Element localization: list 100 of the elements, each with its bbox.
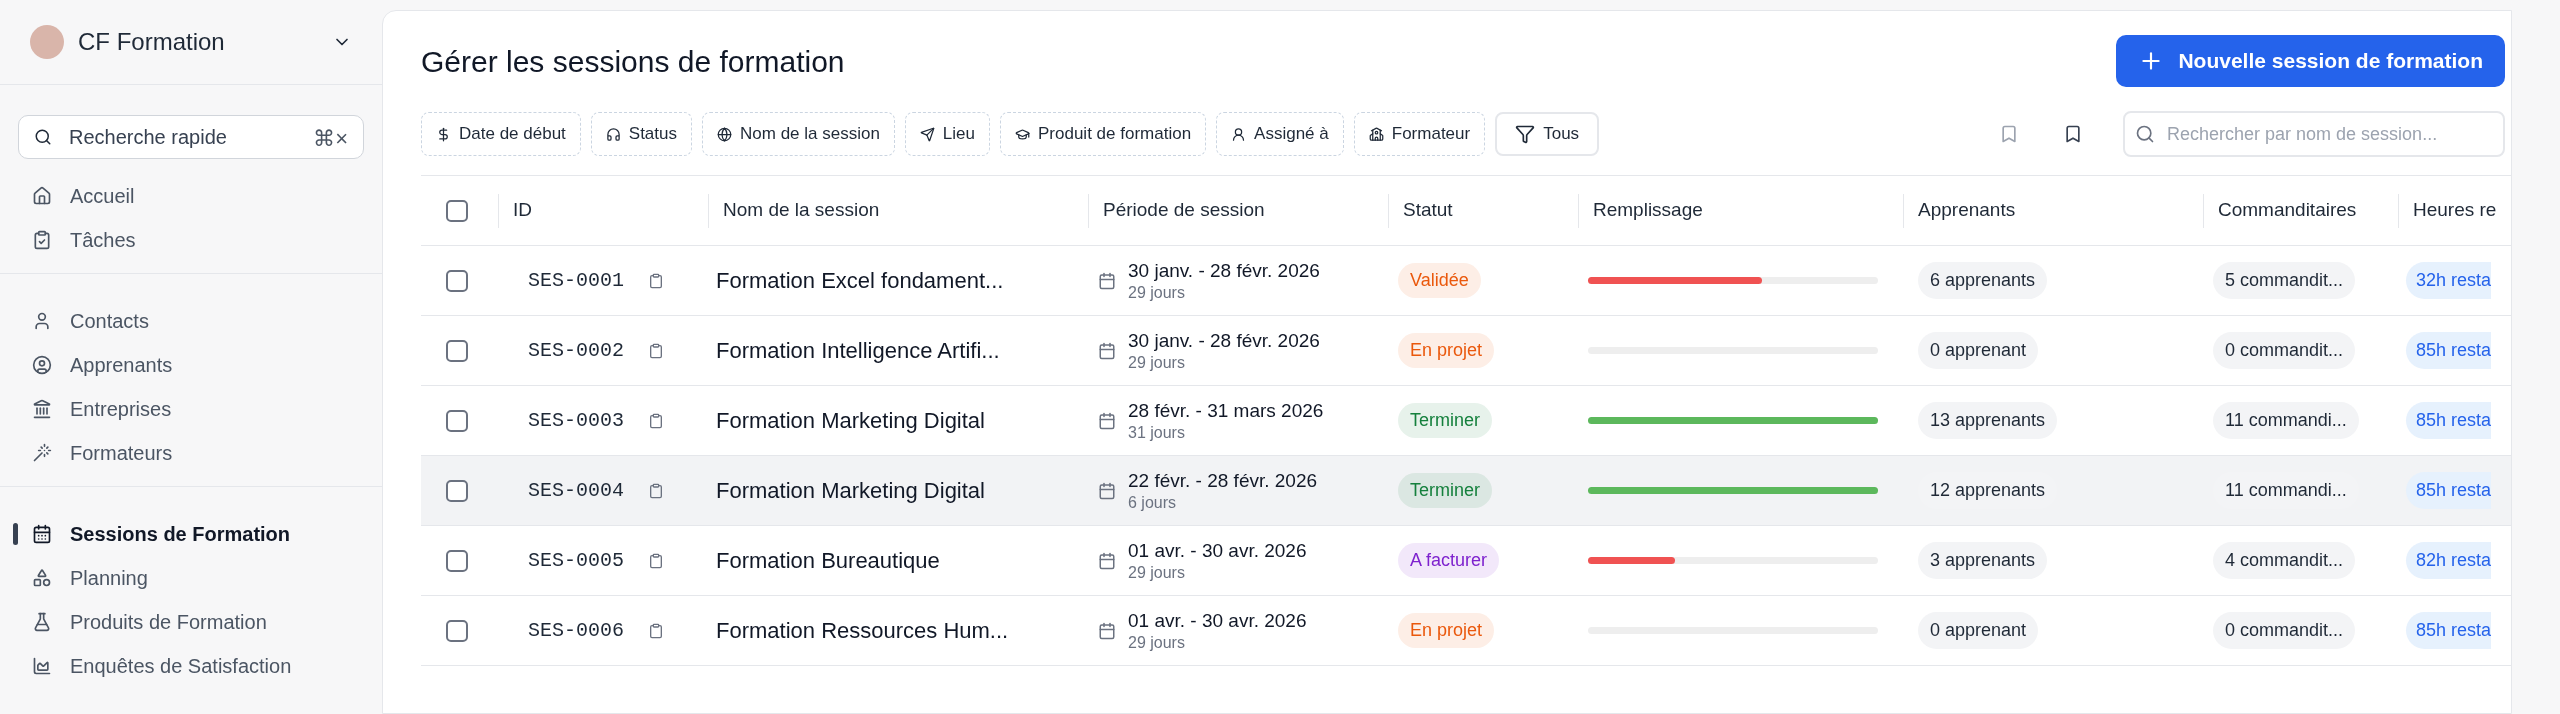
filter-chip[interactable]: Status (590, 112, 692, 156)
calendar-icon (1098, 271, 1116, 290)
calendar-icon (1098, 621, 1116, 640)
calendar-icon (1098, 551, 1116, 570)
sidebar-item[interactable]: Enquêtes de Satisfaction (32, 647, 292, 685)
sponsors-badge: 0 commandit... (2213, 612, 2356, 649)
graduation-cap-icon (1015, 126, 1030, 142)
calendar-icon (1098, 341, 1116, 360)
session-name: Formation Ressources Hum... (715, 617, 1010, 645)
checkbox[interactable] (446, 479, 468, 502)
sponsors-badge: 5 commandit... (2213, 262, 2356, 299)
user-icon (32, 311, 52, 331)
sidebar-item[interactable]: Sessions de Formation (32, 515, 291, 553)
search-icon (34, 128, 52, 146)
column-header[interactable]: Remplissage (1593, 196, 1703, 225)
column-header[interactable]: Heures re (2413, 196, 2497, 225)
bookmark-icon[interactable] (2063, 124, 2083, 144)
column-header[interactable]: ID (513, 196, 532, 225)
session-period: 01 avr. - 30 avr. 2026 (1128, 538, 1307, 563)
hours-badge: 85h resta (2406, 402, 2492, 439)
filter-chip[interactable]: Lieu (904, 112, 990, 156)
learners-badge: 13 apprenants (1918, 402, 2058, 439)
learners-badge: 3 apprenants (1918, 542, 2048, 579)
status-badge: Terminer (1398, 473, 1492, 508)
status-badge: En projet (1398, 333, 1495, 368)
session-id: SES-0005 (528, 547, 624, 574)
page-title: Gérer les sessions de formation (421, 43, 845, 80)
clipboard-icon[interactable] (648, 272, 664, 289)
status-badge: Validée (1398, 263, 1481, 298)
checkbox[interactable] (446, 549, 468, 572)
checkbox[interactable] (446, 339, 468, 362)
send-icon (919, 126, 935, 142)
sidebar-item[interactable]: Produits de Formation (32, 603, 267, 641)
sidebar-item[interactable]: Formateurs (32, 434, 173, 472)
session-period: 01 avr. - 30 avr. 2026 (1128, 608, 1307, 633)
clipboard-icon[interactable] (648, 412, 664, 429)
session-name: Formation Intelligence Artifi... (715, 337, 1001, 365)
session-name: Formation Excel fondament... (715, 267, 1005, 295)
session-period: 30 janv. - 28 févr. 2026 (1128, 258, 1320, 283)
filter-chip[interactable]: Nom de la session (702, 112, 895, 156)
sponsors-badge: 11 commandi... (2213, 402, 2359, 439)
status-badge: A facturer (1398, 543, 1500, 578)
session-id: SES-0001 (528, 267, 624, 294)
session-duration: 29 jours (1128, 352, 1186, 373)
hours-badge: 85h resta (2406, 472, 2492, 509)
sidebar-item[interactable]: Planning (32, 559, 148, 597)
school-icon (1368, 126, 1384, 142)
bank-icon (32, 399, 52, 419)
filter-chip[interactable]: Date de début (421, 112, 581, 156)
clipboard-icon[interactable] (648, 342, 664, 359)
flask-icon (32, 612, 52, 632)
sidebar-item[interactable]: Contacts (32, 302, 149, 340)
hours-badge: 85h resta (2406, 332, 2492, 369)
session-period: 28 févr. - 31 mars 2026 (1128, 398, 1324, 423)
session-id: SES-0004 (528, 477, 624, 504)
chart-icon (32, 656, 52, 676)
sidebar-item[interactable]: Tâches (32, 221, 136, 259)
table-row[interactable]: SES-0004 Formation Marketing Digital 22 févr. - 28 févr. 2026 6 jours Terminer 12 apprenants 11 commandi... 85h resta (421, 456, 2511, 526)
checkbox[interactable] (446, 409, 468, 432)
session-id: SES-0002 (528, 337, 624, 364)
session-name: Formation Marketing Digital (715, 407, 986, 435)
session-period: 30 janv. - 28 févr. 2026 (1128, 328, 1320, 353)
session-id: SES-0006 (528, 617, 624, 644)
hours-badge: 85h resta (2406, 612, 2492, 649)
checkbox[interactable] (446, 199, 468, 222)
shortcut-hint: ⌘× (313, 125, 348, 153)
learners-badge: 6 apprenants (1918, 262, 2048, 299)
checkbox[interactable] (446, 269, 468, 292)
session-name: Formation Marketing Digital (715, 477, 986, 505)
checkbox[interactable] (446, 619, 468, 642)
filter-chip[interactable]: Tous (1495, 112, 1600, 156)
new-session-button[interactable]: Nouvelle session de formation (2116, 35, 2505, 87)
sidebar-item[interactable]: Apprenants (32, 346, 173, 384)
clipboard-icon (32, 230, 52, 250)
sidebar-item[interactable]: Entreprises (32, 390, 172, 428)
dollar-icon (436, 126, 451, 142)
column-header[interactable]: Apprenants (1918, 196, 2016, 225)
session-duration: 29 jours (1128, 562, 1186, 583)
column-header[interactable]: Période de session (1103, 196, 1265, 225)
calendar-icon (1098, 411, 1116, 430)
column-header[interactable]: Nom de la session (723, 196, 880, 225)
shapes-icon (32, 568, 52, 588)
session-period: 22 févr. - 28 févr. 2026 (1128, 468, 1318, 493)
filter-chip[interactable]: Produit de formation (1000, 112, 1207, 156)
clipboard-icon[interactable] (648, 482, 664, 499)
session-duration: 31 jours (1128, 422, 1186, 443)
filter-chip[interactable]: Formateur (1353, 112, 1486, 156)
clipboard-icon[interactable] (648, 552, 664, 569)
column-header[interactable]: Statut (1403, 196, 1453, 225)
hours-badge: 32h resta (2406, 262, 2492, 299)
filter-chip[interactable]: Assigné à (1216, 112, 1344, 156)
column-header[interactable]: Commanditaires (2218, 196, 2357, 225)
sponsors-badge: 0 commandit... (2213, 332, 2356, 369)
status-badge: En projet (1398, 613, 1495, 648)
calendar-icon (1098, 481, 1116, 500)
sidebar-item[interactable]: Accueil (32, 177, 135, 215)
user-circle-icon (32, 355, 52, 375)
session-search-field[interactable]: Rechercher par nom de session... (2123, 111, 2505, 157)
clipboard-icon[interactable] (648, 622, 664, 639)
globe-icon (717, 126, 732, 142)
